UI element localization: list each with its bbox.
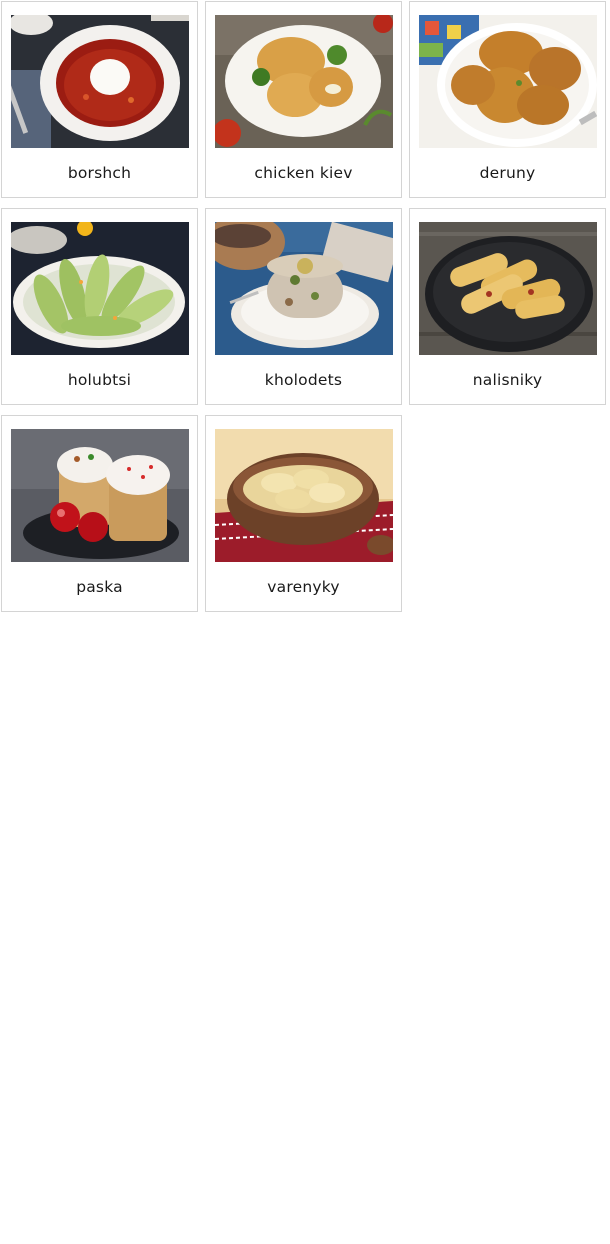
card-kholodets[interactable]: kholodets <box>205 208 402 405</box>
card-deruny[interactable]: deruny <box>409 1 606 198</box>
paska-photo <box>11 429 189 562</box>
card-nalisniky[interactable]: nalisniky <box>409 208 606 405</box>
kholodets-photo <box>215 222 393 355</box>
card-label: deruny <box>479 164 536 182</box>
holubtsi-photo <box>11 222 189 355</box>
nalisniky-photo <box>419 222 597 355</box>
card-label: holubtsi <box>67 371 132 389</box>
card-label: chicken kiev <box>254 164 353 182</box>
card-label: varenyky <box>267 578 340 596</box>
card-label: borshch <box>67 164 132 182</box>
card-label: paska <box>76 578 123 596</box>
card-chicken-kiev[interactable]: chicken kiev <box>205 1 402 198</box>
borshch-photo <box>11 15 189 148</box>
deruny-photo <box>419 15 597 148</box>
chicken-kiev-photo <box>215 15 393 148</box>
card-varenyky[interactable]: varenyky <box>205 415 402 612</box>
card-label: nalisniky <box>472 371 543 389</box>
card-borshch[interactable]: borshch <box>1 1 198 198</box>
card-label: kholodets <box>264 371 343 389</box>
card-paska[interactable]: paska <box>1 415 198 612</box>
card-holubtsi[interactable]: holubtsi <box>1 208 198 405</box>
varenyky-photo <box>215 429 393 562</box>
